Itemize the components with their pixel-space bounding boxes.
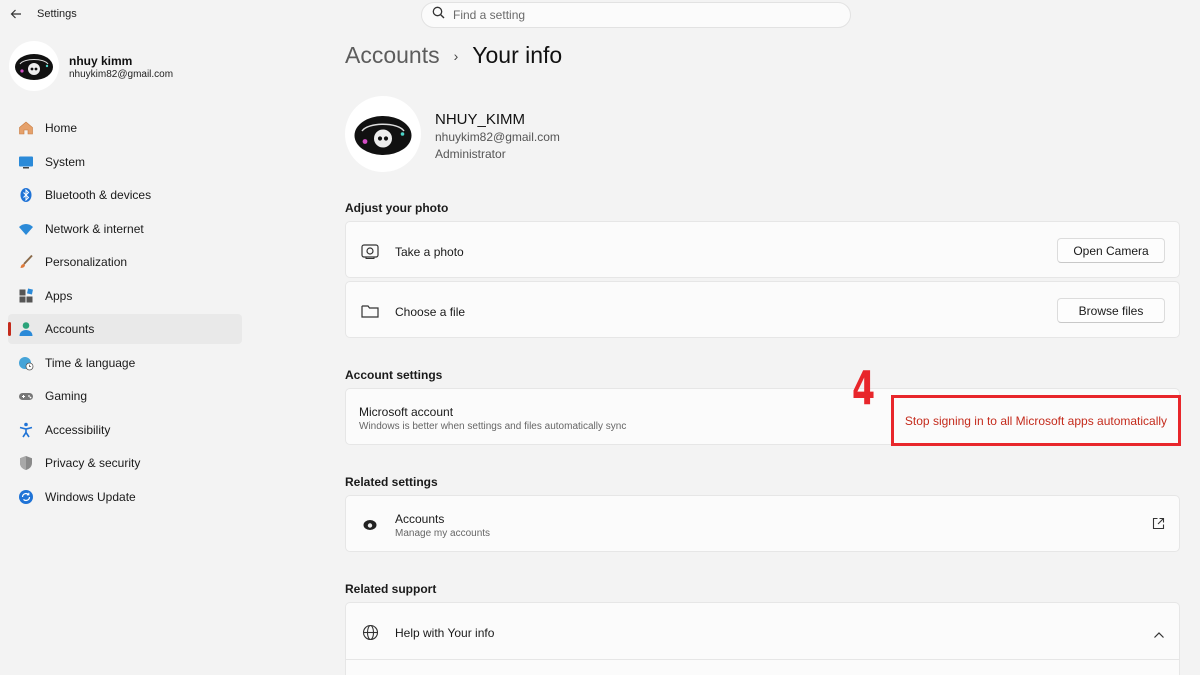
microsoft-account-title: Microsoft account — [359, 405, 454, 419]
take-photo-label: Take a photo — [395, 245, 464, 259]
user-name: NHUY_KIMM — [435, 111, 526, 128]
sidebar-item-gaming[interactable]: Gaming — [8, 381, 242, 411]
divider — [346, 659, 1179, 660]
sidebar-item-label: System — [45, 154, 86, 169]
sidebar-item-personalization[interactable]: Personalization — [8, 247, 242, 277]
choose-file-card: Choose a file Browse files — [345, 281, 1180, 338]
choose-file-label: Choose a file — [395, 305, 466, 319]
astronaut-avatar-icon — [15, 54, 53, 80]
accessibility-icon — [17, 421, 35, 439]
breadcrumb: Accounts › Your info — [345, 42, 562, 69]
globe-icon — [360, 622, 380, 642]
accounts-icon — [360, 514, 380, 534]
title-bar: Settings — [0, 0, 1200, 30]
astronaut-avatar-icon — [354, 116, 412, 155]
user-photo — [345, 96, 421, 172]
back-arrow-icon[interactable] — [6, 4, 26, 24]
help-your-info-label: Help with Your info — [395, 626, 495, 640]
sidebar-item-bluetooth[interactable]: Bluetooth & devices — [8, 180, 242, 210]
related-accounts-subtitle: Manage my accounts — [395, 528, 491, 539]
sidebar-item-home[interactable]: Home — [8, 113, 242, 143]
breadcrumb-parent[interactable]: Accounts — [345, 42, 440, 69]
related-accounts-card[interactable]: Accounts Manage my accounts — [345, 495, 1180, 552]
sidebar-item-label: Windows Update — [45, 489, 136, 504]
home-icon — [17, 119, 35, 137]
sidebar-item-label: Gaming — [45, 389, 88, 403]
sidebar-item-label: Home — [45, 121, 78, 135]
profile-email: nhuykim82@gmail.com — [69, 69, 174, 80]
shield-icon — [17, 454, 35, 472]
section-title-account-settings: Account settings — [345, 368, 443, 382]
highlight-box: Stop signing in to all Microsoft apps au… — [891, 395, 1181, 446]
page-title: Your info — [472, 42, 563, 68]
wifi-icon — [17, 220, 35, 238]
user-email: nhuykim82@gmail.com — [435, 130, 560, 144]
microsoft-account-subtitle: Windows is better when settings and file… — [359, 421, 627, 432]
external-link-icon[interactable] — [1152, 517, 1165, 535]
step-number-annotation: 4 — [852, 361, 876, 415]
section-title-adjust-photo: Adjust your photo — [345, 201, 449, 215]
sidebar-item-label: Accounts — [45, 322, 95, 336]
sidebar-item-network[interactable]: Network & internet — [8, 214, 242, 244]
chevron-right-icon: › — [453, 47, 459, 64]
sidebar-item-time-language[interactable]: Time & language — [8, 348, 242, 378]
folder-icon — [360, 301, 380, 321]
person-icon — [17, 320, 35, 338]
section-title-related-settings: Related settings — [345, 475, 438, 489]
sidebar-item-label: Time & language — [45, 355, 136, 370]
browse-files-button[interactable]: Browse files — [1057, 298, 1165, 323]
sidebar-item-accessibility[interactable]: Accessibility — [8, 415, 242, 445]
brush-icon — [17, 253, 35, 271]
search-input[interactable] — [453, 8, 833, 22]
globe-clock-icon — [17, 354, 35, 372]
update-icon — [17, 488, 35, 506]
apps-icon — [17, 287, 35, 305]
sidebar-item-label: Network & internet — [45, 221, 144, 236]
sidebar-item-label: Apps — [45, 288, 73, 303]
bluetooth-icon — [17, 186, 35, 204]
sidebar-item-label: Accessibility — [45, 422, 111, 437]
search-icon — [432, 6, 445, 24]
sidebar-item-windows-update[interactable]: Windows Update — [8, 482, 242, 512]
sidebar-nav: Home System Bluetooth & devices Network … — [8, 113, 242, 515]
sidebar-item-accounts[interactable]: Accounts — [8, 314, 242, 344]
avatar[interactable] — [9, 41, 59, 91]
sidebar-item-label: Personalization — [45, 255, 128, 269]
app-title: Settings — [37, 8, 77, 20]
section-title-related-support: Related support — [345, 582, 437, 596]
stop-signing-in-link[interactable]: Stop signing in to all Microsoft apps au… — [905, 414, 1167, 428]
open-camera-button[interactable]: Open Camera — [1057, 238, 1165, 263]
search-box[interactable] — [421, 2, 851, 28]
related-accounts-title: Accounts — [395, 512, 445, 526]
camera-icon — [360, 241, 380, 261]
profile-name: nhuy kimm — [69, 54, 133, 68]
chevron-up-icon[interactable] — [1153, 626, 1165, 644]
sidebar-item-privacy-security[interactable]: Privacy & security — [8, 448, 242, 478]
gamepad-icon — [17, 387, 35, 405]
sidebar-item-apps[interactable]: Apps — [8, 281, 242, 311]
sidebar-item-label: Privacy & security — [45, 456, 141, 470]
help-your-info-card[interactable]: Help with Your info — [345, 602, 1180, 675]
sidebar-item-system[interactable]: System — [8, 147, 242, 177]
user-role: Administrator — [435, 147, 506, 161]
take-photo-card: Take a photo Open Camera — [345, 221, 1180, 278]
system-icon — [17, 153, 35, 171]
sidebar-item-label: Bluetooth & devices — [45, 188, 152, 202]
